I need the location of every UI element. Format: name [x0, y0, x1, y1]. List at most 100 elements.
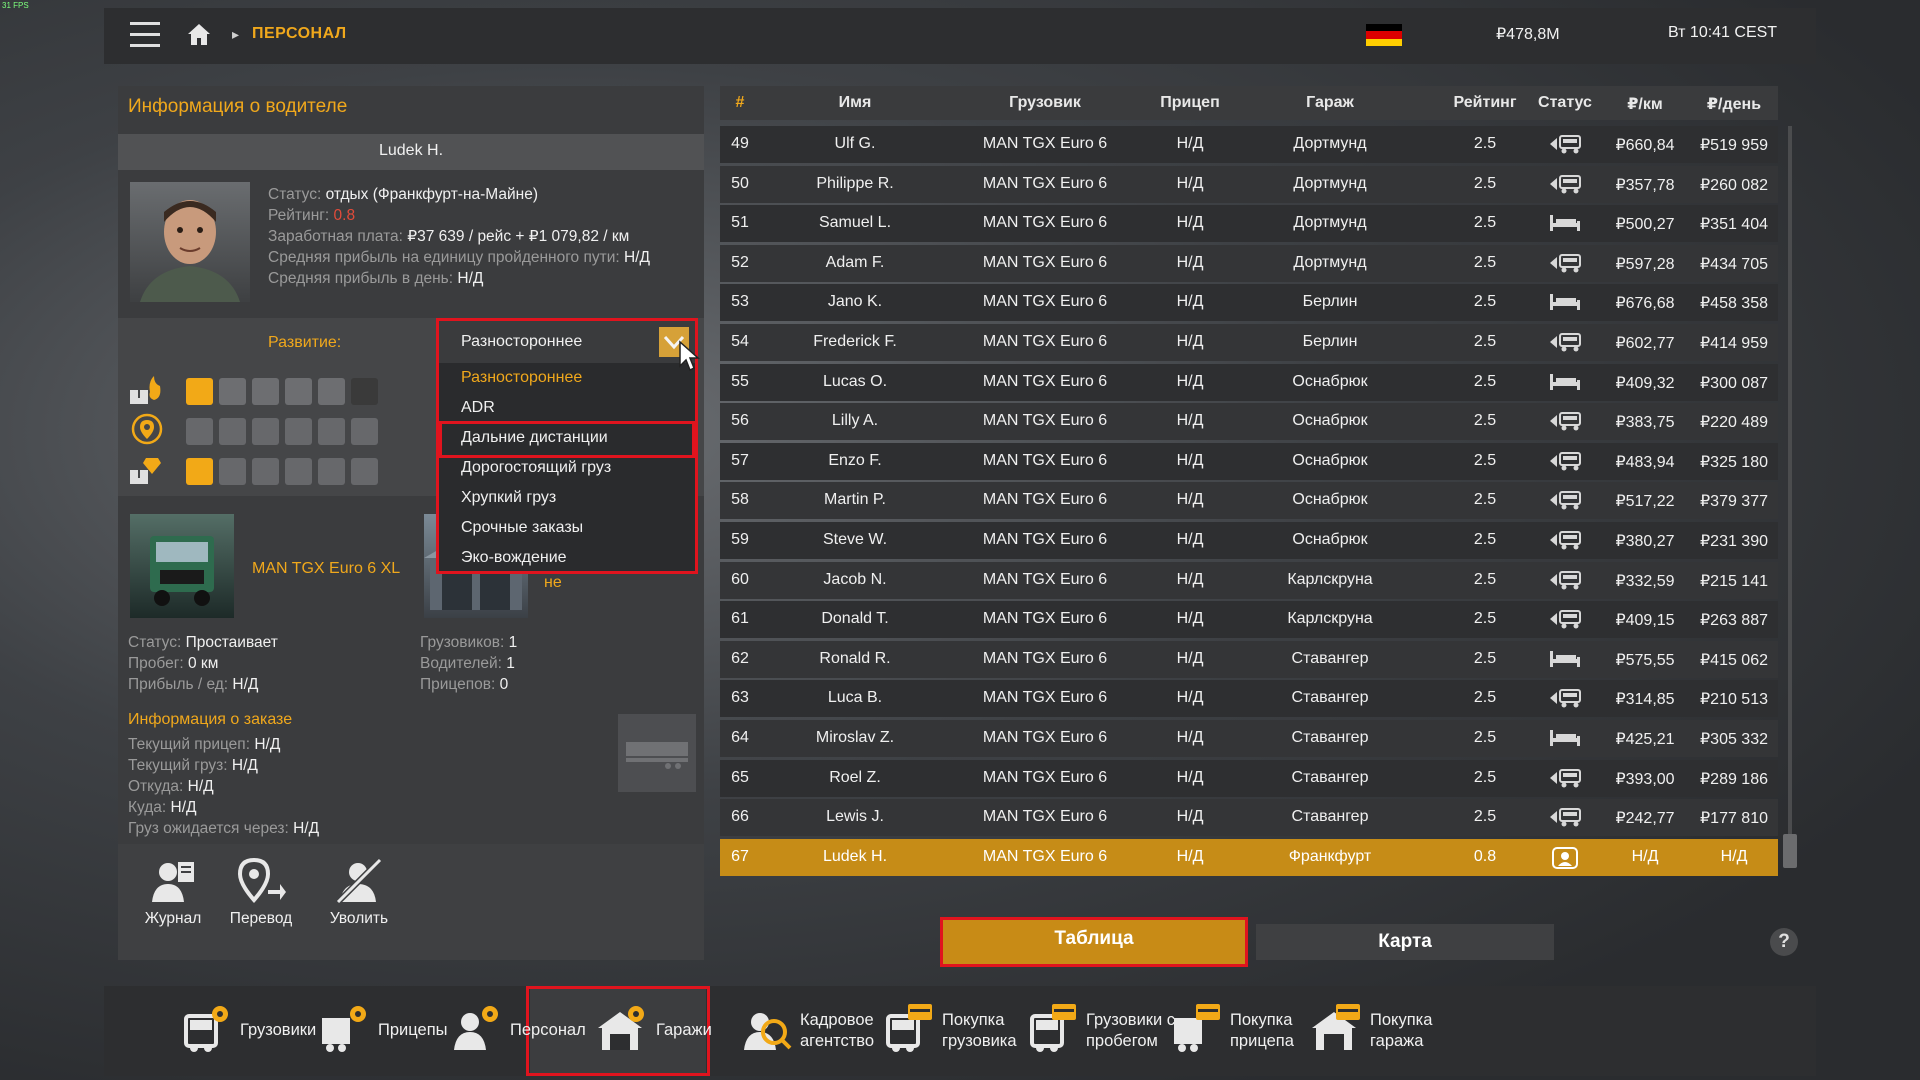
table-row[interactable]: 56 Lilly A. MAN TGX Euro 6 Н/Д Оснабрюк 2.5 ₽3… — [720, 403, 1778, 441]
truck-name-link[interactable]: MAN TGX Euro 6 XL — [252, 560, 400, 578]
specialization-dropdown[interactable]: Разностороннее Разностороннее ADR Дальни… — [436, 318, 698, 574]
scrollbar-track[interactable] — [1788, 126, 1792, 866]
rest-icon — [1530, 372, 1600, 397]
table-row[interactable]: 63 Luca B. MAN TGX Euro 6 Н/Д Ставангер 2.5 ₽3… — [720, 680, 1778, 718]
row-name: Lewis J. — [826, 808, 884, 826]
nav-item-buy-garage[interactable]: Покупка гаража — [1370, 1010, 1432, 1052]
table-row[interactable]: 61 Donald T. MAN TGX Euro 6 Н/Д Карлскруна 2.… — [720, 601, 1778, 639]
row-truck: MAN TGX Euro 6 — [982, 847, 1108, 865]
garage-name-link[interactable]: не — [544, 574, 562, 592]
truck-gear-icon[interactable] — [180, 1002, 232, 1054]
row-trailer: Н/Д — [1176, 570, 1204, 588]
scrollbar-thumb[interactable] — [1783, 834, 1797, 868]
help-icon[interactable]: ? — [1770, 928, 1798, 956]
col-status[interactable]: Статус — [1530, 94, 1600, 112]
dropdown-option-eco[interactable]: Эко-вождение — [461, 549, 567, 567]
dropdown-option-versatile[interactable]: Разностороннее — [461, 369, 582, 387]
journal-button[interactable]: Журнал — [128, 858, 218, 928]
dropdown-option-valuable-cargo[interactable]: Дорогостоящий груз — [461, 459, 611, 477]
buy-garage-icon[interactable] — [1310, 1002, 1362, 1054]
hamburger-menu-icon[interactable] — [130, 22, 160, 50]
col-number[interactable]: # — [720, 94, 760, 112]
col-name[interactable]: Имя — [760, 94, 950, 112]
row-truck: MAN TGX Euro 6 — [982, 808, 1108, 826]
row-rating: 2.5 — [1473, 333, 1497, 350]
nav-item-garages[interactable]: Гаражи — [656, 1020, 712, 1041]
map-view-button[interactable]: Карта — [1256, 924, 1554, 960]
dropdown-header[interactable]: Разностороннее — [439, 321, 695, 363]
dropdown-option-urgent[interactable]: Срочные заказы — [461, 519, 583, 537]
row-garage: Оснабрюк — [1292, 372, 1368, 390]
table-row[interactable]: 62 Ronald R. MAN TGX Euro 6 Н/Д Ставангер 2.5… — [720, 640, 1778, 678]
table-row[interactable]: 55 Lucas O. MAN TGX Euro 6 Н/Д Оснабрюк 2.5 ₽4… — [720, 363, 1778, 401]
table-row[interactable]: 60 Jacob N. MAN TGX Euro 6 Н/Д Карлскруна 2.5… — [720, 561, 1778, 599]
dropdown-option-long-distance[interactable]: Дальние дистанции — [461, 429, 608, 447]
row-trailer: Н/Д — [1176, 253, 1204, 271]
col-per-day[interactable]: ₽/день — [1690, 94, 1778, 114]
row-per-day: ₽289 186 — [1699, 770, 1768, 788]
buy-truck-icon[interactable] — [882, 1002, 934, 1054]
col-trailer[interactable]: Прицеп — [1140, 94, 1240, 112]
table-row[interactable]: 52 Adam F. MAN TGX Euro 6 Н/Д Дортмунд 2.5 ₽59… — [720, 244, 1778, 282]
table-row[interactable]: 58 Martin P. MAN TGX Euro 6 Н/Д Оснабрюк 2.5 ₽… — [720, 482, 1778, 520]
row-per-day: ₽434 705 — [1699, 255, 1768, 273]
row-garage: Франкфурт — [1288, 847, 1372, 865]
driver-name-bar: Ludek H. — [118, 134, 704, 170]
dropdown-option-adr[interactable]: ADR — [461, 399, 495, 417]
breadcrumb[interactable]: ПЕРСОНАЛ — [252, 25, 347, 43]
dropdown-current-value: Разностороннее — [461, 333, 583, 350]
fps-counter: 31 FPS — [2, 1, 29, 10]
table-view-button[interactable]: Таблица — [943, 920, 1245, 964]
driver-avg-profit-day: Н/Д — [457, 270, 484, 287]
table-row[interactable]: 49 Ulf G. MAN TGX Euro 6 Н/Д Дортмунд 2.5 ₽660… — [720, 126, 1778, 163]
row-trailer: Н/Д — [1176, 689, 1204, 707]
table-row[interactable]: 53 Jano K. MAN TGX Euro 6 Н/Д Берлин 2.5 ₽676,… — [720, 284, 1778, 322]
col-garage[interactable]: Гараж — [1240, 94, 1420, 112]
table-row[interactable]: 51 Samuel L. MAN TGX Euro 6 Н/Д Дортмунд 2.5 ₽… — [720, 205, 1778, 243]
col-per-km[interactable]: ₽/км — [1600, 94, 1690, 114]
valuable-cargo-level-1 — [186, 458, 213, 485]
table-row[interactable]: 50 Philippe R. MAN TGX Euro 6 Н/Д Дортмунд 2.… — [720, 165, 1778, 203]
nav-item-agency[interactable]: Кадровое агентство — [800, 1010, 874, 1052]
nav-item-buy-trailer[interactable]: Покупка прицепа — [1230, 1010, 1294, 1052]
transfer-icon — [237, 858, 286, 904]
order-cargo: Н/Д — [231, 757, 258, 774]
fire-button[interactable]: Уволить — [314, 858, 404, 928]
garage-gear-icon[interactable] — [596, 1002, 648, 1054]
table-row[interactable]: 67 Ludek H. MAN TGX Euro 6 Н/Д Франкфурт 0.8 Н… — [720, 838, 1778, 876]
table-row[interactable]: 64 Miroslav Z. MAN TGX Euro 6 Н/Д Ставангер 2… — [720, 720, 1778, 757]
row-rating: 2.5 — [1473, 214, 1497, 232]
breadcrumb-chevron-icon: ▸ — [232, 26, 240, 42]
bottom-nav: Грузовики Прицепы Персонал Гаражи Кадровое а… — [104, 986, 1816, 1076]
table-row[interactable]: 54 Frederick F. MAN TGX Euro 6 Н/Д Берлин 2.5… — [720, 324, 1778, 361]
table-row[interactable]: 66 Lewis J. MAN TGX Euro 6 Н/Д Ставангер 2.5 ₽… — [720, 799, 1778, 837]
nav-item-used-trucks[interactable]: Грузовики с пробегом — [1086, 1010, 1175, 1052]
home-icon[interactable] — [186, 21, 212, 47]
nav-item-buy-truck[interactable]: Покупка грузовика — [942, 1010, 1017, 1052]
nav-item-trailers[interactable]: Прицепы — [378, 1020, 448, 1041]
table-row[interactable]: 65 Roel Z. MAN TGX Euro 6 Н/Д Ставангер 2.5 ₽3… — [720, 759, 1778, 797]
staff-table: # Имя Грузовик Прицеп Гараж Рейтинг Стат… — [720, 86, 1797, 876]
col-truck[interactable]: Грузовик — [950, 94, 1140, 112]
used-truck-icon[interactable] — [1026, 1002, 1078, 1054]
idle-driver-icon — [1530, 846, 1600, 874]
adr-class-4-icon — [285, 378, 312, 405]
nav-item-trucks[interactable]: Грузовики — [240, 1020, 316, 1041]
row-number: 58 — [731, 491, 749, 509]
trailer-gear-icon[interactable] — [318, 1002, 370, 1054]
truck-image[interactable] — [130, 514, 234, 618]
nav-item-staff[interactable]: Персонал — [510, 1020, 586, 1041]
row-per-day: ₽300 087 — [1699, 374, 1768, 392]
row-number: 62 — [731, 649, 749, 667]
buy-trailer-icon[interactable] — [1170, 1002, 1222, 1054]
table-row[interactable]: 59 Steve W. MAN TGX Euro 6 Н/Д Оснабрюк 2.5 ₽3… — [720, 522, 1778, 559]
table-row[interactable]: 57 Enzo F. MAN TGX Euro 6 Н/Д Оснабрюк 2.5 ₽48… — [720, 442, 1778, 480]
staff-gear-icon[interactable] — [450, 1002, 502, 1054]
recruitment-agency-icon[interactable] — [740, 1002, 792, 1054]
col-rating[interactable]: Рейтинг — [1440, 94, 1530, 112]
truck-status: Простаивает — [185, 634, 278, 651]
transfer-button[interactable]: Перевод — [216, 858, 306, 928]
row-garage: Оснабрюк — [1292, 412, 1368, 430]
row-number: 63 — [731, 689, 749, 707]
dropdown-option-fragile-cargo[interactable]: Хрупкий груз — [461, 489, 556, 507]
